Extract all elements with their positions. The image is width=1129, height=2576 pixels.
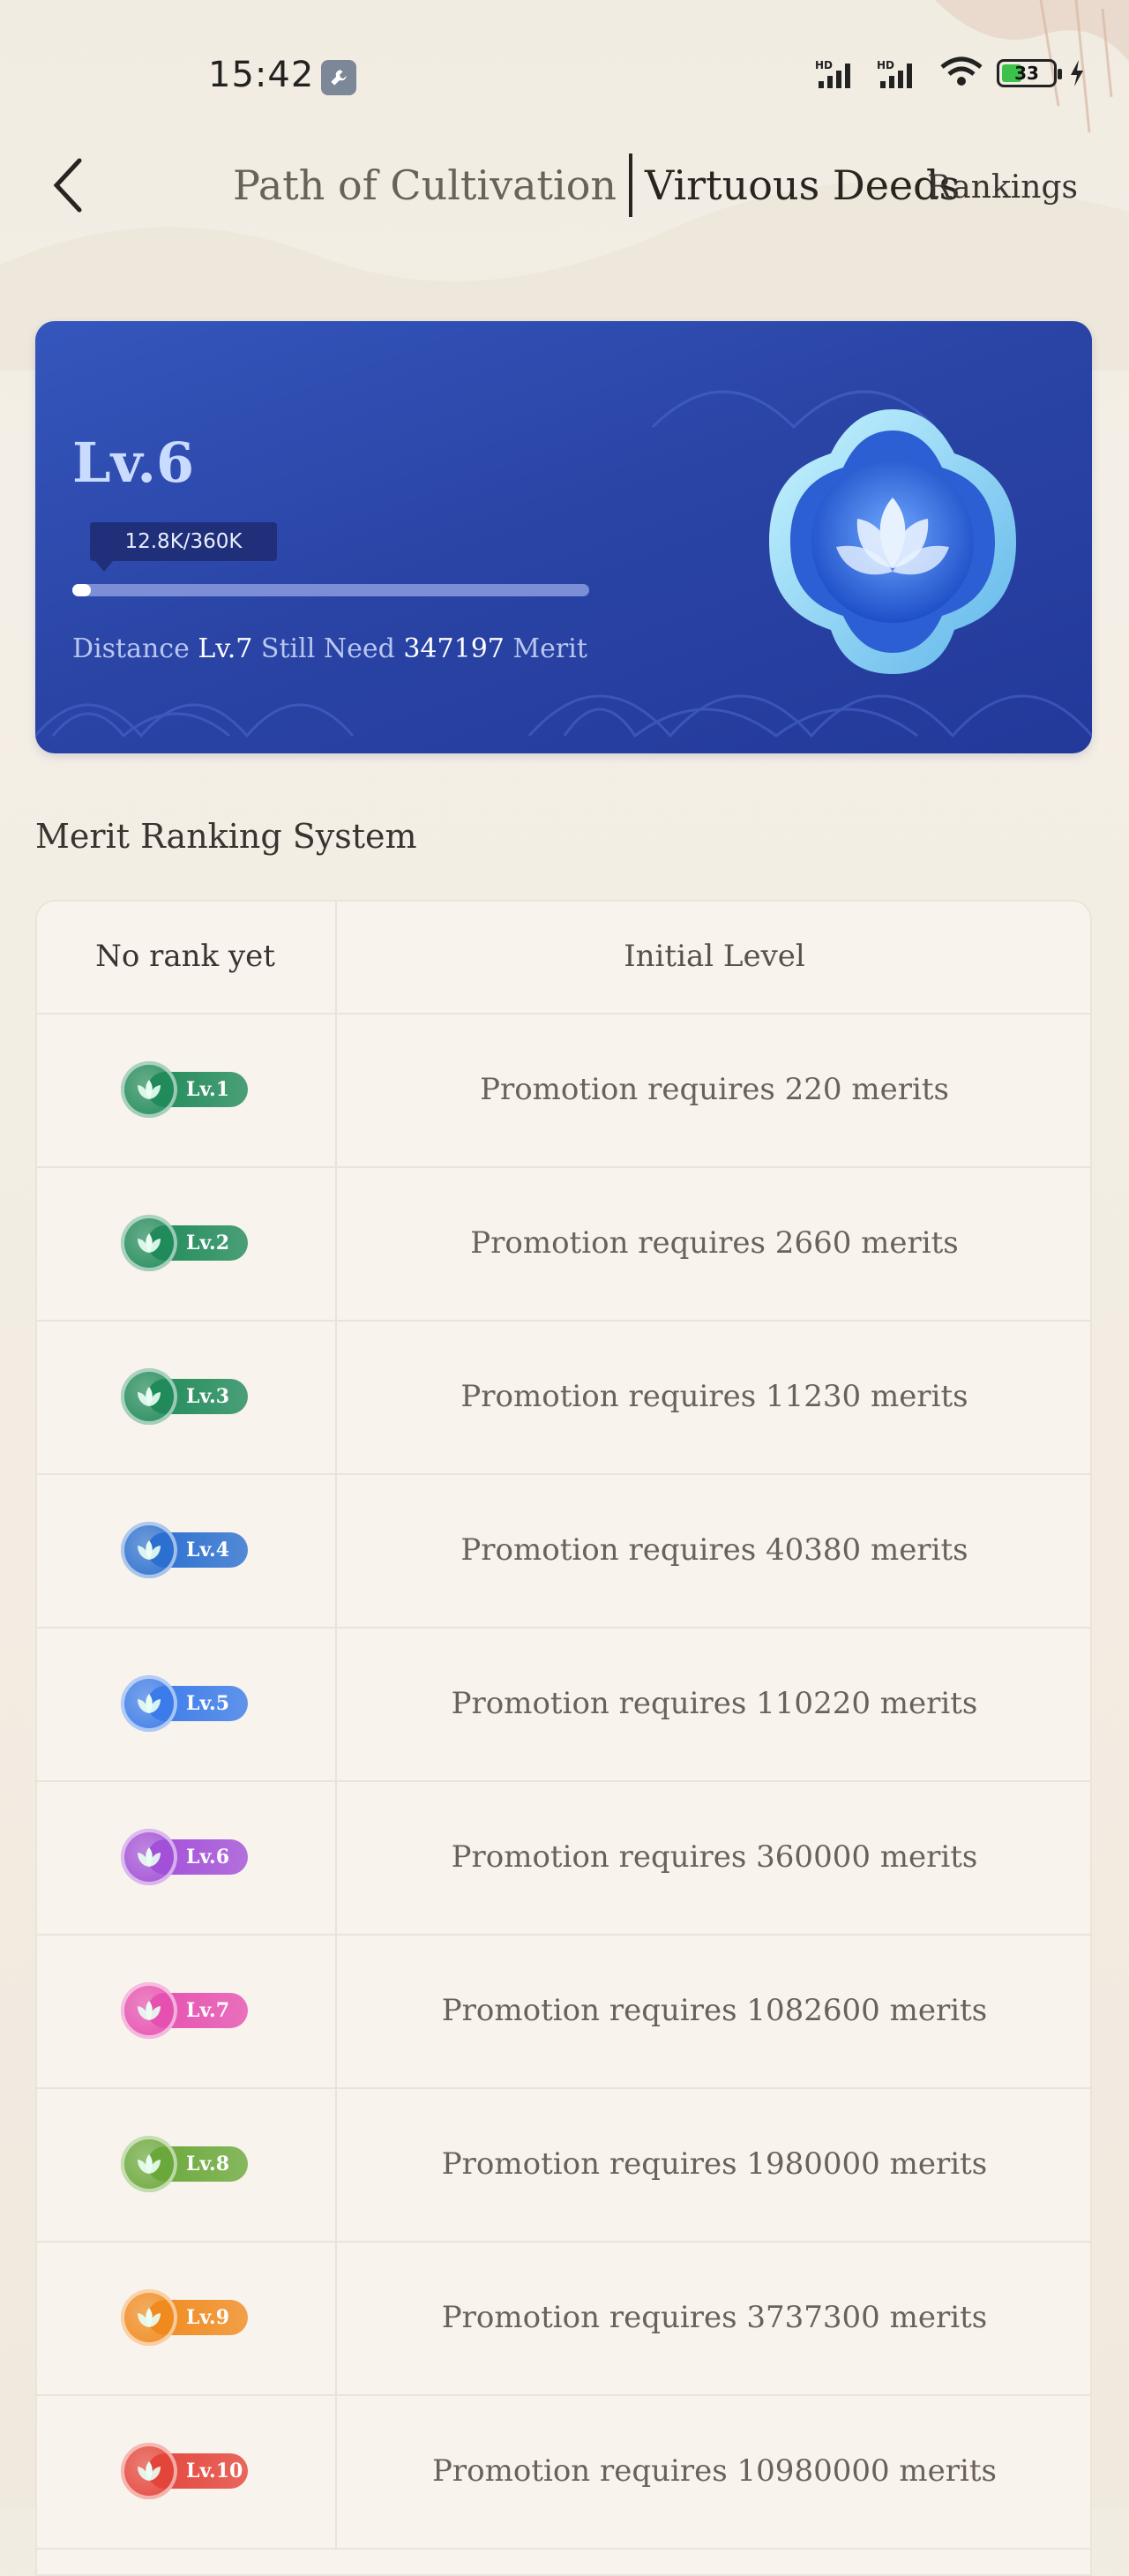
tab-bar: Path of Cultivation Virtuous Deeds xyxy=(233,154,960,217)
merit-unit: Merit xyxy=(512,633,587,664)
hd-signal-icon: HD xyxy=(815,59,850,88)
table-row: Lv.8 Promotion requires 1980000 merits xyxy=(35,2087,1092,2243)
table-row: Lv.2 Promotion requires 2660 merits xyxy=(35,1166,1092,1322)
level-badge: Lv.8 xyxy=(121,2136,250,2192)
level-badge-label: Lv.6 xyxy=(186,1846,230,1868)
level-badge: Lv.3 xyxy=(121,1368,250,1425)
level-badge: Lv.2 xyxy=(121,1215,250,1271)
table-header: No rank yet Initial Level xyxy=(35,900,1092,1015)
level-badge-cell: Lv.5 xyxy=(35,1627,337,1780)
level-badge-cell: Lv.10 xyxy=(35,2394,337,2548)
tab-divider xyxy=(629,154,633,217)
status-bar: 15:42 HD HD 33 xyxy=(0,0,1129,155)
lotus-icon xyxy=(121,1368,177,1425)
promotion-requirement: Promotion requires 110220 merits xyxy=(451,1686,978,1721)
level-badge-cell: Lv.2 xyxy=(35,1166,337,1320)
lotus-icon xyxy=(121,1061,177,1118)
level-badge-label: Lv.8 xyxy=(186,2153,230,2175)
lotus-icon xyxy=(121,1982,177,2039)
lotus-icon xyxy=(121,1829,177,1885)
wifi-icon xyxy=(940,56,983,86)
promotion-requirement: Promotion requires 3737300 merits xyxy=(441,2300,988,2335)
section-title: Merit Ranking System xyxy=(35,817,417,856)
need-value: 347197 xyxy=(403,633,505,664)
svg-text:HD: HD xyxy=(877,59,894,71)
promotion-requirement: Promotion requires 1980000 merits xyxy=(441,2146,988,2182)
promotion-requirement: Promotion requires 220 merits xyxy=(480,1072,949,1107)
lotus-icon xyxy=(121,2443,177,2499)
promotion-requirement: Promotion requires 1082600 merits xyxy=(441,1993,988,2028)
level-badge-label: Lv.10 xyxy=(186,2460,243,2482)
promotion-requirement: Promotion requires 2660 merits xyxy=(470,1225,959,1261)
distance-text: Distance Lv.7 Still Need 347197 Merit xyxy=(72,633,587,664)
battery-level: 33 xyxy=(1014,63,1039,84)
progress-tooltip: 12.8K/360K xyxy=(90,522,277,572)
tab-virtuous-deeds[interactable]: Virtuous Deeds xyxy=(645,161,960,209)
table-row: Lv.7 Promotion requires 1082600 merits xyxy=(35,1934,1092,2089)
current-level: Lv.6 xyxy=(72,431,195,495)
chevron-left-icon xyxy=(53,158,82,213)
promotion-requirement: Promotion requires 40380 merits xyxy=(460,1532,968,1568)
level-badge-label: Lv.1 xyxy=(186,1078,230,1101)
level-badge-cell: Lv.4 xyxy=(35,1473,337,1627)
level-badge-label: Lv.3 xyxy=(186,1385,230,1408)
level-badge-cell: Lv.6 xyxy=(35,1780,337,1934)
level-badge-label: Lv.2 xyxy=(186,1232,230,1254)
promotion-requirement: Promotion requires 360000 merits xyxy=(451,1839,978,1875)
lotus-icon xyxy=(121,2289,177,2346)
svg-text:HD: HD xyxy=(815,59,833,71)
distance-prefix: Distance xyxy=(72,633,190,664)
header-rank: No rank yet xyxy=(35,900,337,1013)
back-button[interactable] xyxy=(41,158,93,213)
level-badge: Lv.5 xyxy=(121,1675,250,1732)
header-level: Initial Level xyxy=(624,939,805,974)
level-badge-label: Lv.9 xyxy=(186,2306,230,2329)
merit-ranking-table: No rank yet Initial Level Lv.1 Promotion … xyxy=(35,900,1092,2576)
level-badge-cell: Lv.8 xyxy=(35,2087,337,2241)
table-row: Lv.9 Promotion requires 3737300 merits xyxy=(35,2241,1092,2396)
hd-signal-icon-2: HD xyxy=(877,59,912,88)
lotus-icon xyxy=(121,1675,177,1732)
level-badge-cell: Lv.3 xyxy=(35,1320,337,1473)
table-row: Lv.4 Promotion requires 40380 merits xyxy=(35,1473,1092,1629)
table-row: Lv.6 Promotion requires 360000 merits xyxy=(35,1780,1092,1936)
level-badge: Lv.1 xyxy=(121,1061,250,1118)
lotus-emblem-icon xyxy=(769,409,1016,674)
wrench-icon xyxy=(321,60,356,95)
top-nav: Path of Cultivation Virtuous Deeds Ranki… xyxy=(0,141,1129,229)
level-badge: Lv.4 xyxy=(121,1522,250,1578)
level-badge: Lv.10 xyxy=(121,2443,250,2499)
progress-bar xyxy=(72,584,589,596)
level-card: Lv.6 12.8K/360K Distance Lv.7 Still Need… xyxy=(35,321,1092,753)
table-row: Lv.5 Promotion requires 110220 merits xyxy=(35,1627,1092,1782)
next-level: Lv.7 xyxy=(198,633,253,664)
table-row: Lv.3 Promotion requires 11230 merits xyxy=(35,1320,1092,1475)
level-badge: Lv.6 xyxy=(121,1829,250,1885)
level-badge: Lv.7 xyxy=(121,1982,250,2039)
level-badge-cell: Lv.9 xyxy=(35,2241,337,2394)
lotus-icon xyxy=(121,2136,177,2192)
still-need-label: Still Need xyxy=(260,633,395,664)
level-badge-cell: Lv.7 xyxy=(35,1934,337,2087)
promotion-requirement: Promotion requires 10980000 merits xyxy=(431,2453,998,2489)
lotus-icon xyxy=(121,1522,177,1578)
battery-icon: 33 xyxy=(997,59,1062,87)
level-badge: Lv.9 xyxy=(121,2289,250,2346)
level-badge-label: Lv.5 xyxy=(186,1692,230,1715)
table-row: Lv.1 Promotion requires 220 merits xyxy=(35,1013,1092,1168)
lotus-icon xyxy=(121,1215,177,1271)
tab-path-of-cultivation[interactable]: Path of Cultivation xyxy=(233,161,617,209)
promotion-requirement: Promotion requires 11230 merits xyxy=(460,1379,968,1414)
charging-icon xyxy=(1071,60,1083,86)
level-badge-label: Lv.4 xyxy=(186,1539,230,1561)
table-row: Lv.10 Promotion requires 10980000 merits xyxy=(35,2394,1092,2550)
status-time: 15:42 xyxy=(208,55,315,95)
progress-fill xyxy=(72,584,91,596)
rankings-link[interactable]: Rankings xyxy=(927,169,1078,206)
level-badge-label: Lv.7 xyxy=(186,1999,230,2022)
level-badge-cell: Lv.1 xyxy=(35,1013,337,1166)
